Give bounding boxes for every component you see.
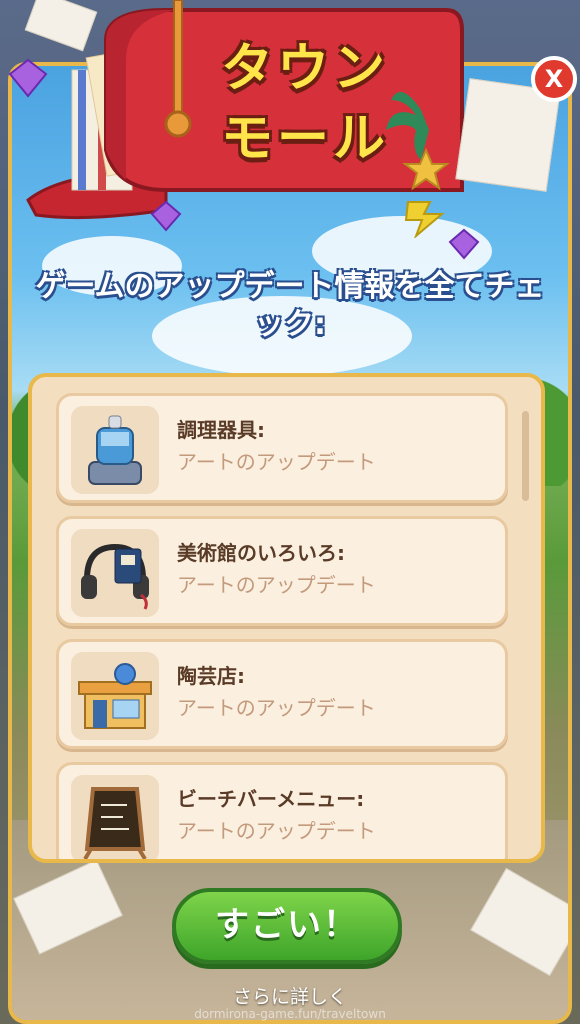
icon-container: [71, 775, 159, 859]
item-title: ビーチバーメニュー:: [177, 787, 365, 811]
gem-icon: [8, 58, 48, 98]
cooking-appliance-icon: [88, 415, 142, 485]
list-item[interactable]: 美術館のいろいろ: アートのアップデート: [56, 516, 508, 626]
mailbox-header: タウン モール: [26, 0, 464, 222]
item-subtitle: アートのアップデート: [177, 696, 376, 720]
scrollbar[interactable]: [522, 411, 529, 501]
list-item[interactable]: 陶芸店: アートのアップデート: [56, 639, 508, 749]
title-line-1: タウン: [221, 39, 390, 99]
item-subtitle: アートのアップデート: [177, 450, 376, 474]
icon-container: [71, 406, 159, 494]
headphones-icon: [81, 543, 149, 610]
item-subtitle: アートのアップデート: [177, 573, 376, 597]
pottery-shop-icon: [78, 663, 152, 729]
lightning-icon: [404, 201, 445, 238]
list-item[interactable]: ビーチバーメニュー: アートのアップデート: [56, 762, 508, 859]
watermark: dormirona-game.fun/traveltown: [194, 1007, 386, 1021]
page-heading: ゲームのアップデート情報を全てチェック:: [35, 269, 545, 342]
update-list[interactable]: 調理器具: アートのアップデート 美術館のいろいろ: アートのアップデート 陶芸…: [28, 373, 545, 863]
gem-icon: [448, 228, 480, 260]
list-item[interactable]: 調理器具: アートのアップデート: [56, 393, 508, 503]
item-title: 調理器具:: [177, 418, 265, 442]
update-list-scroll: 調理器具: アートのアップデート 美術館のいろいろ: アートのアップデート 陶芸…: [32, 377, 541, 859]
icon-container: [71, 529, 159, 617]
awesome-button[interactable]: すごい！: [172, 888, 402, 964]
title-line-2: モール: [221, 109, 390, 169]
item-title: 陶芸店:: [177, 664, 245, 688]
gem-icon: [150, 200, 182, 232]
item-title: 美術館のいろいろ:: [177, 541, 345, 565]
menu-board-icon: [83, 787, 147, 859]
icon-container: [71, 652, 159, 740]
close-button[interactable]: X: [531, 56, 577, 102]
learn-more-link[interactable]: さらに詳しく: [0, 982, 580, 1009]
item-subtitle: アートのアップデート: [177, 819, 376, 843]
